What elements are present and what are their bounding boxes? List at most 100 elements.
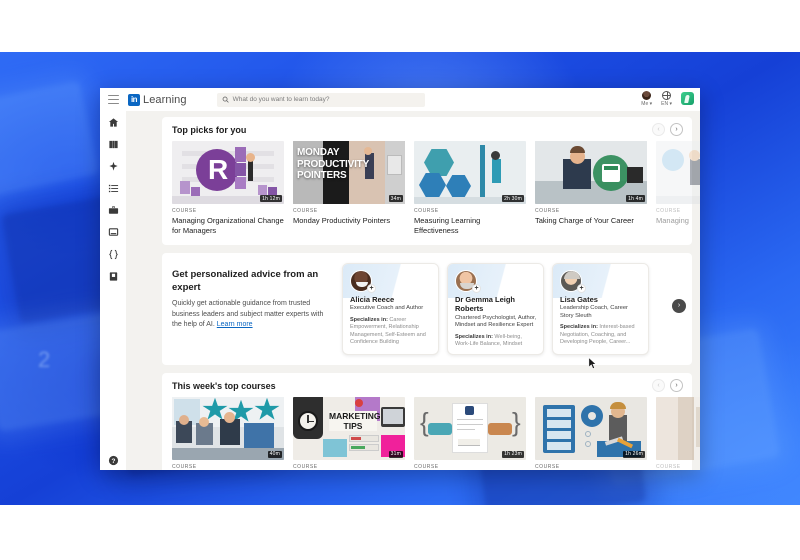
duration-badge: 1h 23m — [502, 450, 524, 458]
duration-badge: 1h 12m — [260, 195, 282, 202]
expert-card-body: Alicia Reece Executive Coach and Author … — [350, 295, 432, 347]
course-thumbnail: 2h 30m — [414, 141, 526, 204]
expert-card[interactable]: + Alicia Reece Executive Coach and Autho… — [342, 262, 439, 355]
card-row: R 1h 12m COURSE Managing Organizational … — [172, 141, 700, 236]
learn-more-link[interactable]: Learn more — [217, 321, 253, 328]
card-kicker: COURSE — [535, 463, 560, 470]
section-title: This week's top courses — [172, 380, 276, 391]
section-weekly-top-courses: This week's top courses ‹ › 40m COURSE M… — [162, 372, 700, 470]
top-navigation-bar: in Learning What do you want to learn to… — [100, 88, 700, 111]
search-bar[interactable]: What do you want to learn today? — [216, 92, 425, 107]
carousel-prev-button[interactable]: ‹ — [652, 123, 665, 136]
course-thumbnail: { } 1h 23m — [414, 396, 526, 460]
language-menu[interactable]: EN ▾ — [661, 91, 672, 107]
sidebar-item-business[interactable] — [108, 205, 119, 216]
expert-name: Alicia Reece — [350, 294, 395, 304]
svg-text:?: ? — [111, 458, 115, 465]
card-kicker: COURSE — [414, 463, 439, 470]
sidebar-item-home[interactable] — [108, 117, 119, 128]
expert-role: Chartered Psychologist, Author, Mindset … — [455, 314, 537, 329]
course-card[interactable]: 2h 30m COURSE Measuring Learning Effecti… — [414, 141, 526, 236]
card-kicker: COURSE — [656, 208, 681, 214]
carousel-prev-button[interactable]: ‹ — [652, 378, 665, 392]
book-icon — [108, 140, 118, 149]
duration-badge: 31m — [388, 450, 403, 458]
sidebar-item-my-learning[interactable] — [108, 183, 119, 194]
carousel-next-button[interactable]: › — [670, 378, 683, 392]
course-card[interactable]: 40m COURSE Nano Tips for Senior Leaders — [172, 396, 284, 470]
green-app-icon[interactable] — [681, 92, 694, 105]
card-kicker: COURSE — [414, 208, 439, 214]
search-input[interactable]: What do you want to learn today? — [233, 96, 330, 103]
expert-name: Lisa Gates — [560, 294, 598, 304]
expert-card-body: Lisa Gates Leadership Coach, Career Stor… — [560, 295, 642, 347]
course-card[interactable]: 1h 4m COURSE Taking Charge of Your Caree… — [535, 141, 647, 236]
brand-name: Learning — [143, 93, 187, 106]
help-circle-icon: ? — [108, 455, 118, 466]
app-body: ? Top picks for you ‹ › R 1h 12m COURSE … — [100, 111, 700, 470]
sidebar-item-screen[interactable] — [108, 227, 119, 238]
main-content: Top picks for you ‹ › R 1h 12m COURSE Ma… — [154, 111, 700, 470]
briefcase-icon — [108, 206, 118, 214]
course-card[interactable]: COURSE Develop a — [656, 396, 700, 470]
course-card[interactable]: { } 1h 23m COURSE Introduction to Compos… — [414, 396, 526, 470]
section-expert-advice: Get personalized advice from an expert Q… — [162, 252, 692, 365]
list-icon — [108, 184, 118, 193]
course-thumbnail: MARKETING TIPS 31m — [293, 396, 405, 460]
duration-badge: 34m — [388, 195, 403, 202]
content-gutter — [126, 111, 154, 470]
add-expert-icon[interactable]: + — [367, 283, 376, 293]
card-row: 40m COURSE Nano Tips for Senior Leaders — [172, 396, 700, 470]
specializes-label: Specializes in: — [350, 316, 388, 323]
sidebar-item-ai-assistant[interactable] — [108, 161, 119, 172]
course-card[interactable]: COURSE Managing — [656, 141, 700, 236]
globe-icon — [662, 91, 672, 100]
card-title: Monday Productivity Pointers — [293, 216, 391, 225]
sidebar-item-code[interactable] — [108, 249, 119, 260]
course-card[interactable]: MONDAY PRODUCTIVITY POINTERS 34m COURSE Mo… — [293, 141, 405, 236]
course-card[interactable]: MARKETING TIPS 31m COURSE — [293, 396, 405, 470]
wallpaper-key-glyph: 2 — [38, 347, 51, 372]
course-card[interactable]: R 1h 12m COURSE Managing Organizational … — [172, 141, 284, 236]
top-bar-actions: Me ▾ EN ▾ — [641, 91, 694, 108]
course-thumbnail: 1h 26m — [535, 396, 647, 460]
card-title: Taking Charge of Your Career — [535, 216, 634, 225]
card-title: Measuring Learning Effectiveness — [414, 216, 481, 235]
expert-role: Leadership Coach, Career Story Sleuth — [560, 305, 628, 319]
me-menu[interactable]: Me ▾ — [641, 91, 652, 107]
add-expert-icon[interactable]: + — [472, 283, 481, 293]
sidebar-item-notes[interactable] — [108, 271, 119, 282]
sidebar-item-library[interactable] — [108, 139, 119, 150]
course-thumbnail: R 1h 12m — [172, 141, 284, 204]
notebook-icon — [109, 272, 117, 281]
duration-badge: 1h 4m — [626, 195, 645, 202]
expert-specialties: Specializes in: Career Empowerment, Rela… — [350, 317, 432, 347]
language-label: EN ▾ — [661, 101, 672, 107]
screenshot-stage: 2 Z in Learning What do you want to lear… — [0, 0, 800, 560]
expert-card-body: Dr Gemma Leigh Roberts Chartered Psychol… — [455, 295, 537, 349]
linkedin-learning-window: in Learning What do you want to learn to… — [100, 88, 700, 470]
card-kicker: COURSE — [535, 208, 560, 214]
section-top-picks: Top picks for you ‹ › R 1h 12m COURSE Ma… — [162, 117, 700, 245]
course-thumbnail: MONDAY PRODUCTIVITY POINTERS 34m — [293, 141, 405, 204]
card-kicker: COURSE — [172, 208, 197, 214]
duration-badge: 1h 26m — [623, 450, 645, 458]
duration-badge: 2h 30m — [502, 195, 524, 202]
section-title: Top picks for you — [172, 125, 247, 135]
expert-name: Dr Gemma Leigh Roberts — [455, 294, 516, 313]
brand-logo[interactable]: in Learning — [128, 93, 187, 106]
add-expert-icon[interactable]: + — [577, 283, 586, 293]
sidebar-item-help[interactable]: ? — [108, 455, 119, 470]
expert-card[interactable]: + Dr Gemma Leigh Roberts Chartered Psych… — [447, 262, 544, 355]
linkedin-badge-icon: in — [128, 93, 140, 106]
thumbnail-art-doorway — [656, 396, 700, 460]
carousel-next-button[interactable]: › — [670, 123, 683, 136]
home-icon — [108, 118, 118, 127]
course-card[interactable]: 1h 26m COURSE Introduction to Databases — [535, 396, 647, 470]
hamburger-menu-icon[interactable] — [108, 95, 119, 104]
left-sidebar: ? — [100, 111, 126, 470]
course-thumbnail — [656, 141, 700, 204]
course-thumbnail: 1h 4m — [535, 141, 647, 204]
expert-carousel-next-button[interactable]: › — [672, 298, 686, 313]
expert-card[interactable]: + Lisa Gates Leadership Coach, Career St… — [552, 262, 649, 355]
